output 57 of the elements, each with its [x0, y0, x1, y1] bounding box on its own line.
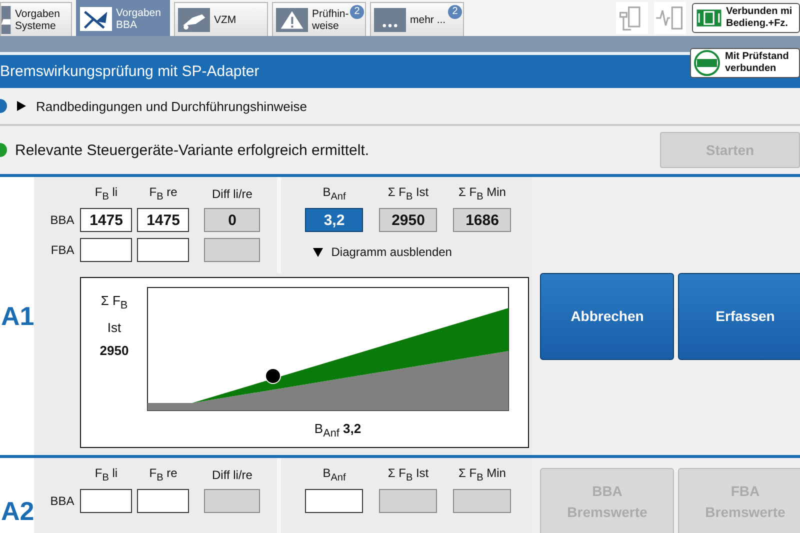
expand-icon[interactable]: [17, 101, 26, 111]
tab[interactable]: VZM: [174, 2, 268, 36]
row-label: BBA: [50, 494, 76, 508]
input-field[interactable]: [137, 238, 190, 262]
input-field[interactable]: 1475: [137, 208, 190, 232]
bench-logo-icon: [694, 50, 720, 76]
column-header: B$_{Anf}$: [322, 185, 347, 203]
tab[interactable]: Prüfhin- weise 2: [272, 2, 366, 36]
input-field[interactable]: [137, 489, 190, 513]
input-field[interactable]: 1475: [80, 208, 132, 232]
brake-icon: [80, 4, 112, 32]
warning-icon: [276, 6, 308, 34]
value-field: [204, 489, 260, 513]
column-header: Σ F$_{B}$ Min: [458, 466, 507, 484]
input-field[interactable]: [305, 489, 364, 513]
column-header: B$_{Anf}$: [322, 466, 347, 484]
page-title: Bremswirkungsprüfung mit SP-Adapter: [0, 63, 260, 80]
tab[interactable]: Vorgaben BBA: [76, 0, 170, 36]
axis-label: Σ F$_{B}$: [100, 293, 128, 312]
bench-connection-button[interactable]: Mit Prüfstand verbunden: [690, 48, 800, 78]
connection-icon: [696, 8, 722, 28]
action-button[interactable]: Abbrechen: [540, 273, 674, 360]
axle-label: A2: [1, 496, 34, 527]
column-header: Σ F$_{B}$ Ist: [386, 466, 430, 484]
value-field: 1686: [453, 208, 512, 232]
column-header: Σ F$_{B}$ Ist: [386, 185, 430, 203]
status-message: Relevante Steuergeräte-Variante erfolgreich ermittelt.: [15, 142, 370, 158]
column-header: Diff li/re: [212, 468, 252, 482]
axis-label: 2950: [100, 342, 129, 358]
axis-label: Ist: [107, 320, 122, 335]
vehicle-icon: [178, 6, 210, 34]
value-field: [204, 238, 260, 262]
axis-label: B$_{Anf}$ 3,2: [314, 421, 362, 440]
input-field[interactable]: [80, 489, 132, 513]
vehicle-connection-button[interactable]: Verbunden mi Bedieng.+Fz.: [692, 3, 800, 33]
more-icon: [374, 6, 406, 34]
tab[interactable]: Vorgaben Systeme: [0, 2, 72, 36]
action-button[interactable]: Erfassen: [678, 273, 800, 360]
row-label: FBA: [50, 243, 76, 257]
count-badge: 2: [448, 5, 462, 19]
input-field[interactable]: 3,2: [305, 208, 364, 232]
count-badge: 2: [350, 5, 364, 19]
column-header: F$_{B}$ li: [94, 185, 118, 203]
axle-label: A1: [1, 300, 34, 332]
value-field: 0: [204, 208, 260, 232]
input-field[interactable]: [80, 238, 132, 262]
column-header: Σ F$_{B}$ Min: [458, 185, 507, 203]
column-header: F$_{B}$ re: [149, 185, 178, 203]
hints-toggle[interactable]: Randbedingungen und Durchführungshinweise: [36, 98, 308, 114]
collapse-icon[interactable]: [313, 248, 324, 256]
tab[interactable]: mehr ... 2: [370, 2, 464, 36]
column-header: F$_{B}$ re: [149, 466, 178, 484]
column-header: Diff li/re: [212, 187, 252, 201]
diagram-toggle[interactable]: Diagramm ausblenden: [331, 245, 452, 259]
column-header: F$_{B}$ li: [94, 466, 118, 484]
value-field: 2950: [379, 208, 438, 232]
row-label: BBA: [50, 213, 76, 227]
